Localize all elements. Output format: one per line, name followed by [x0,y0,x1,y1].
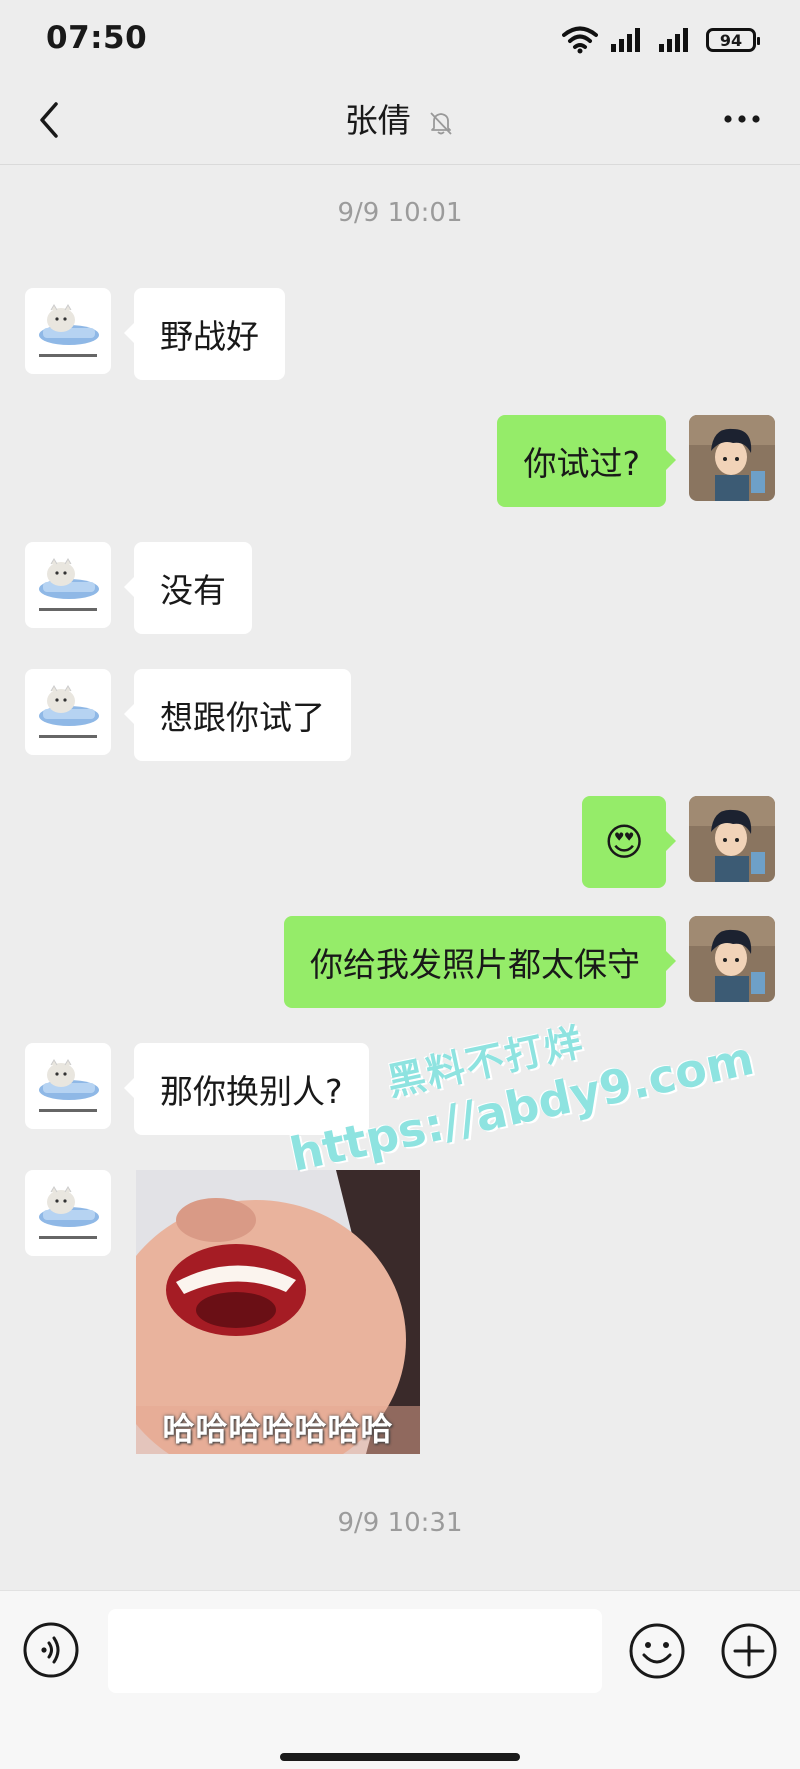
message-bubble[interactable]: 没有 [124,542,252,634]
message-text: 野战好 [160,317,259,356]
contact-avatar[interactable] [25,669,111,755]
cat-on-pillow-avatar-image [39,1059,99,1112]
contact-avatar[interactable] [25,542,111,628]
home-indicator[interactable] [280,1753,520,1761]
cellular-signal-icon [659,28,688,52]
battery-level: 94 [719,30,743,50]
sticker-caption: 哈哈哈哈哈哈哈 [162,1410,394,1448]
chat-input-bar [0,1590,800,1769]
message-text: 想跟你试了 [160,698,325,737]
message-text: 你给我发照片都太保守 [310,945,640,984]
message-bubble-self[interactable]: 😍 [582,796,676,888]
cat-on-pillow-avatar-image [39,685,99,738]
more-options-icon[interactable] [720,104,764,134]
contact-avatar[interactable] [25,288,111,374]
message-bubble[interactable]: 那你换别人? [124,1043,369,1135]
contact-avatar[interactable] [25,1043,111,1129]
status-icons: 94 [562,24,760,56]
my-avatar[interactable] [689,796,775,882]
my-avatar[interactable] [689,415,775,501]
contact-avatar[interactable] [25,1170,111,1256]
emoji-icon[interactable] [627,1621,687,1681]
my-avatar[interactable] [689,916,775,1002]
status-time: 07:50 [46,20,148,56]
cat-on-pillow-avatar-image [39,558,99,611]
voice-input-icon[interactable] [22,1621,80,1679]
message-timestamp: 9/9 10:01 [337,198,463,228]
heart-eyes-emoji: 😍 [604,820,644,864]
chat-title-wrap: 张倩 [0,94,800,142]
message-bubble-self[interactable]: 你试过? [497,415,676,507]
message-bubble[interactable]: 野战好 [124,288,285,380]
cat-on-pillow-avatar-image [39,1186,99,1239]
message-bubble-self[interactable]: 你给我发照片都太保守 [284,916,676,1008]
plus-icon[interactable] [719,1621,779,1681]
anime-boy-avatar-image [689,796,775,882]
message-text: 没有 [160,571,226,610]
cellular-signal-icon [611,28,640,52]
message-text: 你试过? [523,444,640,483]
wifi-icon [562,26,598,54]
mute-bell-icon [430,111,452,135]
message-text: 那你换别人? [160,1072,343,1111]
laughing-sticker[interactable]: 哈哈哈哈哈哈哈 [136,1170,420,1454]
message-input[interactable] [108,1609,602,1693]
message-bubble[interactable]: 想跟你试了 [124,669,351,761]
battery-icon: 94 [706,28,760,52]
chat-header: 张倩 [0,80,800,165]
anime-boy-avatar-image [689,916,775,1002]
status-bar: 07:50 94 [0,0,800,80]
message-timestamp: 9/9 10:31 [337,1508,463,1538]
anime-boy-avatar-image [689,415,775,501]
cat-on-pillow-avatar-image [39,304,99,357]
chat-title: 张倩 [344,101,411,140]
